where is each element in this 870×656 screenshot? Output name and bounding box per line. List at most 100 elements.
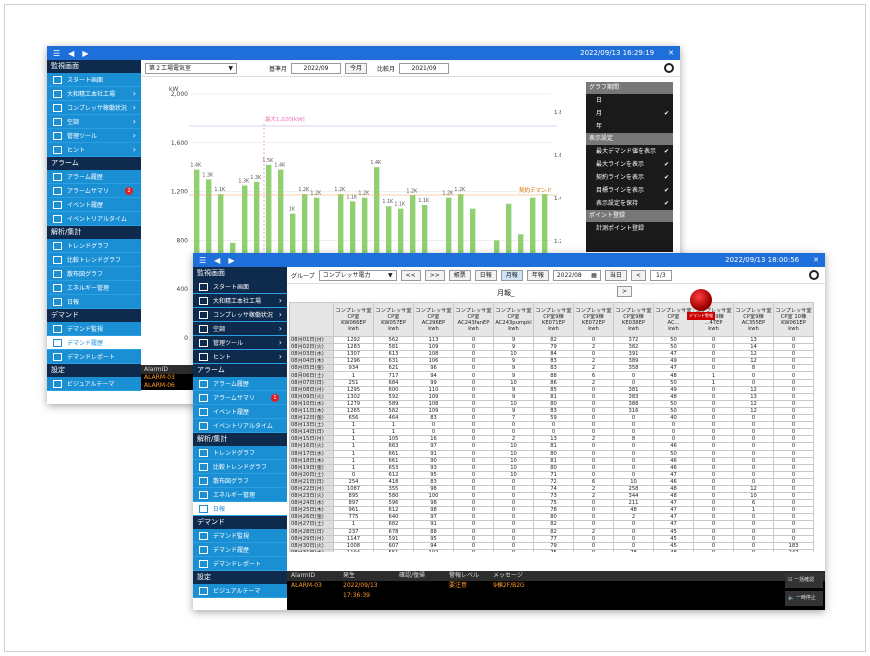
compare-month-field[interactable]: 2021/09	[399, 62, 450, 74]
opt-point-register[interactable]: 計測ポイント登録	[586, 222, 673, 235]
table-cell: 258	[613, 484, 654, 494]
group-select[interactable]: コンプレッサ電力 ▼	[318, 269, 397, 281]
period-month[interactable]: 月 ✔	[586, 107, 673, 120]
nav-tools[interactable]: 管理ツール ›	[47, 129, 141, 143]
next-button[interactable]: >>	[424, 269, 445, 281]
menu-icon[interactable]: ☰	[53, 49, 60, 58]
group-select[interactable]: 第２工場電気室 ▼	[145, 62, 237, 74]
nav-visual-theme[interactable]: ビジュアルテーマ	[193, 584, 287, 598]
nav-energy[interactable]: エネルギー管理	[47, 281, 141, 295]
period-year[interactable]: 年	[586, 120, 673, 133]
table-cell: 0	[613, 371, 654, 380]
mode-daily[interactable]: 日報	[474, 269, 497, 281]
nav-factory[interactable]: 大和精工本社工場 ›	[47, 87, 141, 101]
nav-hint[interactable]: ヒント ›	[193, 350, 287, 364]
back-icon[interactable]: ◀	[214, 256, 220, 265]
nav-trend[interactable]: トレンドグラフ	[47, 239, 141, 253]
date-field[interactable]: 2022/08 ▦	[552, 269, 601, 281]
table-cell: 1	[693, 371, 734, 380]
nav-aircon[interactable]: 空調 ›	[47, 115, 141, 129]
nav-energy[interactable]: エネルギー管理	[193, 488, 287, 502]
column-header: コンプレッサ室 CP室 KW066EP kwh	[333, 302, 374, 337]
table-cell: 12	[733, 484, 774, 494]
nav-daily[interactable]: 日報	[193, 502, 287, 516]
table-cell: 0	[493, 534, 534, 543]
table-cell: 81	[533, 456, 574, 465]
nav-alarm-summary[interactable]: アラームサマリ 2	[47, 184, 141, 198]
nav-compare-trend[interactable]: 比較トレンドグラフ	[47, 253, 141, 267]
menu-icon[interactable]: ☰	[199, 256, 206, 265]
opt-contract-line[interactable]: 契約ラインを表示 ✔	[586, 171, 673, 184]
nav-trend[interactable]: トレンドグラフ	[193, 446, 287, 460]
opt-max-line[interactable]: 最大ラインを表示 ✔	[586, 158, 673, 171]
settings-circle-icon[interactable]	[809, 270, 819, 280]
this-month-button[interactable]: 今月	[345, 62, 368, 74]
nav-demand-monitor[interactable]: デマンド監視	[193, 529, 287, 543]
nav-tools[interactable]: 管理ツール ›	[193, 336, 287, 350]
nav-event-realtime[interactable]: イベントリアルタイム	[193, 419, 287, 433]
back-icon[interactable]: ◀	[68, 49, 74, 58]
nav-demand-report[interactable]: デマンドレポート	[47, 350, 141, 364]
table-cell: 0	[453, 371, 494, 380]
opt-max-demand[interactable]: 最大デマンド値を表示 ✔	[586, 145, 673, 158]
base-month-field[interactable]: 2022/09	[291, 62, 342, 74]
nav-compare-trend[interactable]: 比較トレンドグラフ	[193, 460, 287, 474]
chart-option-panel: グラフ期間 日 月 ✔ 年 表示設定 最大デマンド値を表示 ✔ 最大ラインを表示 ✔ …	[586, 82, 673, 252]
nav-event-realtime[interactable]: イベントリアルタイム	[47, 212, 141, 226]
table-cell: 0	[573, 442, 614, 451]
nav-factory[interactable]: 大和精工本社工場 ›	[193, 294, 287, 308]
nav-alarm-summary[interactable]: アラームサマリ 1	[193, 391, 287, 405]
close-icon[interactable]: ✕	[813, 256, 819, 264]
settings-circle-icon[interactable]	[664, 63, 674, 73]
today-button[interactable]: 当日	[604, 269, 627, 281]
column-next-button[interactable]: >	[617, 286, 633, 297]
nav-daily[interactable]: 日報	[47, 295, 141, 309]
nav-scatter[interactable]: 散布図グラフ	[193, 474, 287, 488]
forward-icon[interactable]: ▶	[82, 49, 88, 58]
nav-alarm-history[interactable]: アラーム履歴	[47, 170, 141, 184]
nav-hint[interactable]: ヒント ›	[47, 143, 141, 157]
nav-demand-history[interactable]: デマンド履歴	[47, 336, 141, 350]
opt-keep-settings[interactable]: 表示設定を保持 ✔	[586, 197, 673, 210]
mode-report[interactable]: 帳票	[448, 269, 471, 281]
table-cell: 48	[653, 371, 694, 380]
nav-scatter[interactable]: 散布図グラフ	[47, 267, 141, 281]
nav-compressor[interactable]: コンプレッサ稼働状況 ›	[193, 308, 287, 322]
nav-aircon[interactable]: 空調 ›	[193, 322, 287, 336]
column-header: コンプレッサ室 CP室9棟 KE072EP kwh	[573, 302, 614, 337]
nav-demand-report[interactable]: デマンドレポート	[193, 557, 287, 571]
mode-yearly[interactable]: 年報	[526, 269, 549, 281]
mode-monthly[interactable]: 月報	[500, 269, 523, 281]
nav-event-history[interactable]: イベント履歴	[47, 198, 141, 212]
table-cell: 0	[733, 548, 774, 552]
nav-start[interactable]: スタート画面	[47, 73, 141, 87]
page-prev-button[interactable]: <	[630, 269, 646, 281]
row-label: 08月03日(水)	[289, 350, 334, 359]
prev-button[interactable]: <<	[400, 269, 421, 281]
table-cell: 82	[533, 527, 574, 536]
table-cell: 47	[653, 470, 694, 479]
table-cell: 1	[373, 428, 414, 437]
forward-icon[interactable]: ▶	[228, 256, 234, 265]
table-cell: 9	[493, 371, 534, 380]
nav-visual-theme[interactable]: ビジュアルテーマ	[47, 377, 141, 391]
table-cell: 0	[773, 492, 814, 501]
table-cell: 0	[453, 421, 494, 430]
nav-event-history[interactable]: イベント履歴	[193, 405, 287, 419]
table-cell: 108	[413, 399, 454, 408]
nav-demand-monitor[interactable]: デマンド監視	[47, 322, 141, 336]
alarm-row[interactable]: ALARM-03 2022/09/13 17:36:39 要注意 9棟2F/B2…	[287, 581, 825, 599]
nav-demand-history[interactable]: デマンド履歴	[193, 543, 287, 557]
trend-icon	[53, 241, 62, 250]
table-cell: 0	[693, 406, 734, 416]
confirm-all-button[interactable]: ☑ 一括確認	[785, 573, 823, 588]
check-icon: ✔	[663, 161, 669, 168]
table-cell: 0	[493, 520, 534, 529]
opt-target-line[interactable]: 目標ラインを表示 ✔	[586, 184, 673, 197]
nav-alarm-history[interactable]: アラーム履歴	[193, 377, 287, 391]
period-day[interactable]: 日	[586, 94, 673, 107]
nav-compressor[interactable]: コンプレッサ稼働状況 ›	[47, 101, 141, 115]
nav-start[interactable]: スタート画面	[193, 280, 287, 294]
close-icon[interactable]: ✕	[668, 49, 674, 57]
pause-button[interactable]: 🔈 一時停止	[785, 591, 823, 606]
